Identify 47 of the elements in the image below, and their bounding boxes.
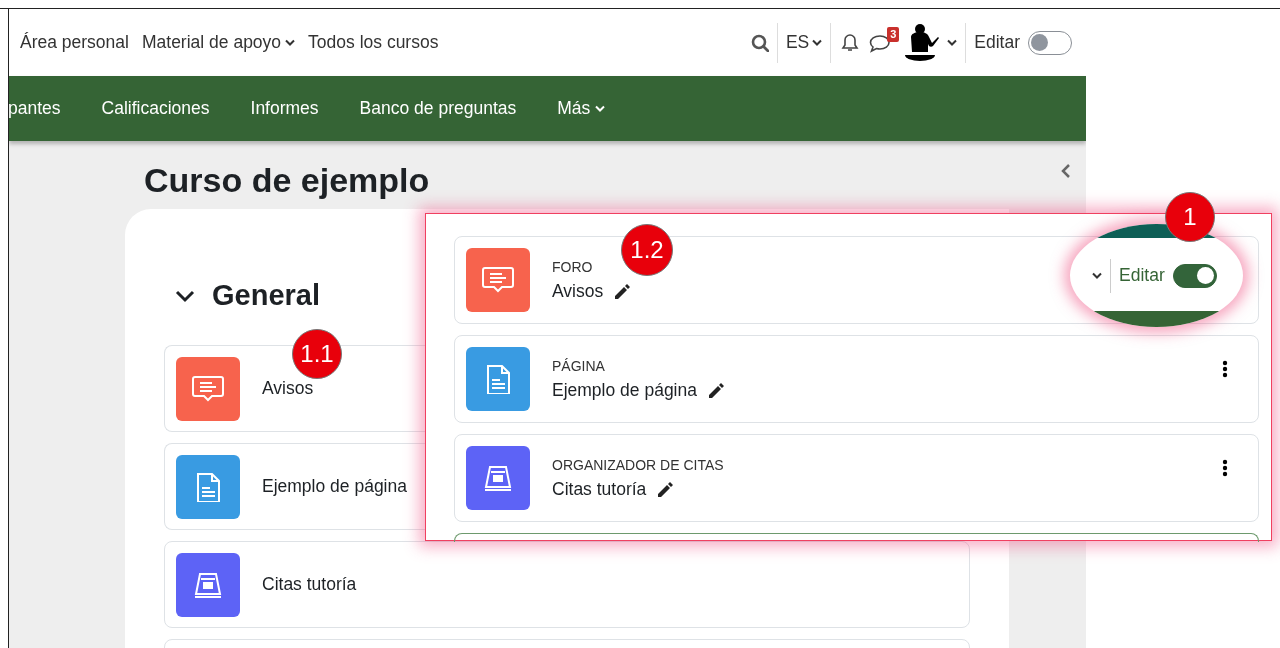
edit-mode-label: Editar <box>1119 265 1165 286</box>
calendar-icon <box>482 463 514 493</box>
message-count: 3 <box>887 26 900 42</box>
course-title: Curso de ejemplo <box>144 160 431 201</box>
caret-icon <box>947 39 958 46</box>
activity-name[interactable]: Avisos <box>552 280 604 302</box>
section-title: General <box>212 279 320 312</box>
activity-name[interactable]: Citas tutoría <box>262 574 357 595</box>
chat-icon[interactable] <box>869 32 892 53</box>
teacher-avatar-icon[interactable] <box>903 22 942 63</box>
activity-card[interactable]: Citas tutoría <box>164 541 970 628</box>
more-options-icon[interactable] <box>1222 459 1228 477</box>
search-icon[interactable] <box>750 33 769 52</box>
speech-bubble-icon <box>482 265 514 295</box>
activity-name[interactable]: Ejemplo de página <box>552 379 697 401</box>
activity-name[interactable]: Ejemplo de página <box>262 476 407 497</box>
more-options-icon[interactable] <box>1222 360 1228 378</box>
caret-icon <box>812 39 823 46</box>
nav-link[interactable]: Todos los cursos <box>308 32 439 53</box>
activity-card[interactable]: Ejemplo de página <box>164 443 426 530</box>
course-nav-tab[interactable]: pantes <box>9 98 61 119</box>
nav-link[interactable]: Material de apoyo <box>141 32 296 53</box>
nav-link[interactable]: Área personal <box>20 32 129 53</box>
edit-mode-label: Editar <box>974 32 1020 53</box>
chevron-left-icon[interactable] <box>1060 163 1072 179</box>
speech-bubble-icon <box>192 373 224 404</box>
pencil-icon[interactable] <box>656 480 674 498</box>
activity-type: FORO <box>552 258 594 275</box>
activity-name[interactable]: Avisos <box>262 378 314 399</box>
callout-marker: 1.1 <box>292 329 342 379</box>
activity-type: PÁGINA <box>552 357 606 374</box>
pencil-icon[interactable] <box>613 282 631 300</box>
activity-card[interactable]: PÁGINA Ejemplo de página <box>454 335 1259 423</box>
activity-card[interactable]: ORGANIZADOR DE CITAS Citas tutoría <box>454 434 1259 522</box>
course-nav-tab[interactable]: Calificaciones <box>101 98 210 119</box>
language-menu[interactable]: ES <box>785 32 823 53</box>
activity-name[interactable]: Citas tutoría <box>552 478 647 500</box>
course-nav-tab[interactable]: Informes <box>250 98 319 119</box>
pencil-icon[interactable] <box>706 381 724 399</box>
activity-type: ORGANIZADOR DE CITAS <box>552 456 724 473</box>
edit-mode-switch[interactable] <box>1172 263 1217 288</box>
edit-mode-switch[interactable] <box>1028 30 1072 55</box>
callout-marker: 1.2 <box>621 224 673 276</box>
course-nav-tab[interactable]: Banco de preguntas <box>359 98 517 119</box>
caret-icon <box>1092 272 1102 279</box>
course-nav-tab[interactable]: Más <box>557 98 606 119</box>
callout-marker: 1 <box>1165 192 1215 242</box>
